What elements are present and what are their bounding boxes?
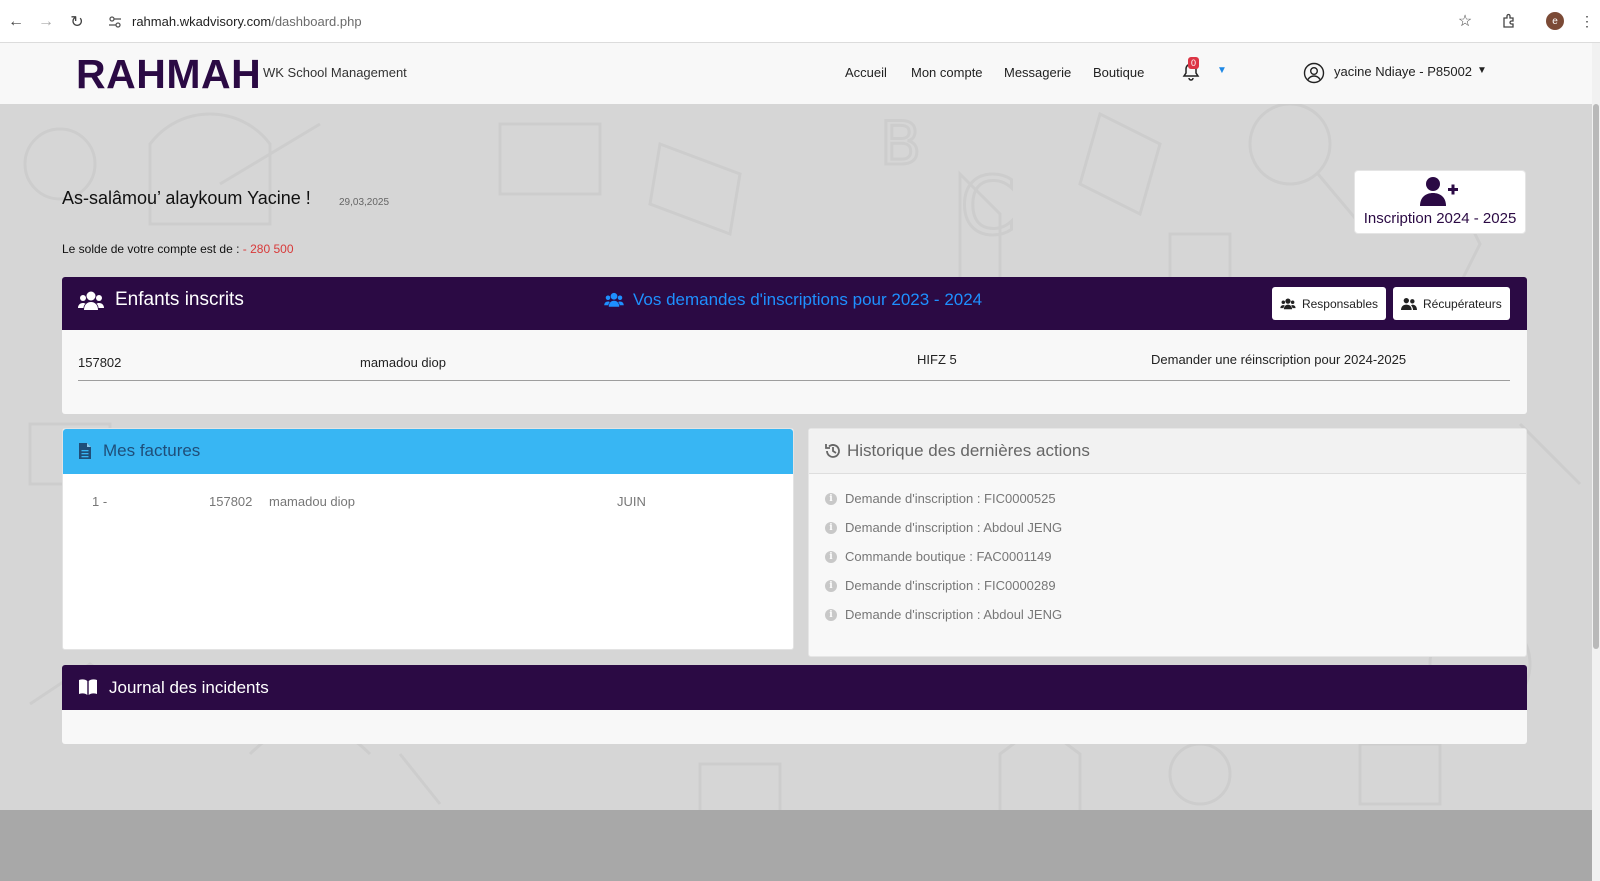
enfants-panel-header: Enfants inscrits Vos demandes d'inscript…	[62, 277, 1527, 330]
inscription-label: Inscription 2024 - 2025	[1363, 210, 1517, 227]
user-circle-icon[interactable]	[1303, 62, 1325, 84]
info-icon: i	[825, 550, 837, 563]
site-info-icon[interactable]	[108, 15, 122, 29]
nav-boutique[interactable]: Boutique	[1093, 65, 1144, 80]
reload-icon[interactable]: ↻	[66, 11, 88, 33]
users-group-icon	[78, 291, 104, 310]
back-icon[interactable]: ←	[5, 11, 27, 33]
history-item[interactable]: i Demande d'inscription : Abdoul JENG	[825, 607, 1062, 622]
responsables-label: Responsables	[1301, 296, 1378, 311]
file-invoice-icon	[79, 443, 91, 459]
recuperateurs-label: Récupérateurs	[1423, 296, 1502, 311]
page-scrollbar-thumb[interactable]	[1593, 104, 1599, 649]
profile-initial: e	[1546, 12, 1564, 30]
historique-panel-header: Historique des dernières actions	[809, 429, 1526, 474]
history-item[interactable]: i Demande d'inscription : FIC0000525	[825, 491, 1056, 506]
bookmark-star-icon[interactable]: ☆	[1454, 10, 1476, 32]
reinscription-link[interactable]: Demander une réinscription pour 2024-202…	[1151, 352, 1406, 367]
demandes-link-label: Vos demandes d'inscriptions pour 2023 - …	[633, 290, 983, 309]
history-item-label: Demande d'inscription : Abdoul JENG	[845, 607, 1063, 622]
recuperateurs-button[interactable]: Récupérateurs	[1393, 287, 1510, 320]
account-balance: Le solde de votre compte est de : - 280 …	[62, 242, 294, 256]
profile-avatar[interactable]: e	[1544, 10, 1566, 32]
history-item-label: Demande d'inscription : FIC0000289	[845, 578, 1056, 593]
history-item-label: Demande d'inscription : FIC0000525	[845, 491, 1056, 506]
brand-subtitle: WK School Management	[263, 65, 407, 80]
info-icon: i	[825, 521, 837, 534]
greeting-date: 29,03,2025	[339, 197, 390, 208]
notification-dropdown-caret-icon[interactable]: ▼	[1217, 65, 1227, 76]
child-level: HIFZ 5	[917, 352, 957, 367]
notification-badge: 0	[1188, 57, 1200, 69]
svg-text:B: B	[880, 109, 921, 179]
users-group-icon	[1280, 297, 1296, 309]
table-row: 157802 mamadou diop HIFZ 5 Demander une …	[78, 341, 1510, 381]
demandes-inscriptions-link[interactable]: Vos demandes d'inscriptions pour 2023 - …	[603, 290, 982, 310]
user-menu[interactable]: yacine Ndiaye - P85002	[1334, 64, 1472, 79]
browser-menu-icon[interactable]: ⋮	[1576, 10, 1598, 32]
url-path: /dashboard.php	[271, 14, 362, 29]
history-item[interactable]: i Demande d'inscription : Abdoul JENG	[825, 520, 1062, 535]
balance-label: Le solde de votre compte est de :	[62, 242, 243, 256]
site-header: RAHMAH WK School Management Accueil Mon …	[0, 43, 1592, 104]
browser-toolbar: ← → ↻ rahmah.wkadvisory.com/dashboard.ph…	[0, 0, 1600, 43]
invoice-student-name: mamadou diop	[269, 494, 355, 509]
user-plus-icon	[1420, 177, 1458, 206]
address-bar[interactable]: rahmah.wkadvisory.com/dashboard.php	[98, 6, 1488, 37]
balance-value: - 280 500	[242, 242, 294, 256]
url-host: rahmah.wkadvisory.com	[132, 14, 272, 29]
user-dropdown-caret-icon[interactable]: ▼	[1477, 65, 1487, 76]
nav-messagerie[interactable]: Messagerie	[1004, 65, 1071, 80]
footer-band	[0, 810, 1592, 881]
extensions-icon[interactable]	[1498, 10, 1520, 32]
forward-icon[interactable]: →	[35, 11, 57, 33]
book-open-icon	[79, 679, 97, 695]
greeting-text: As-salâmou’ alaykoum Yacine !	[62, 188, 311, 208]
journal-panel-header: Journal des incidents	[62, 665, 1527, 710]
nav-accueil[interactable]: Accueil	[845, 65, 887, 80]
users-group-icon	[604, 292, 624, 307]
child-id: 157802	[78, 355, 122, 370]
brand-logo[interactable]: RAHMAH	[76, 51, 261, 98]
historique-panel-title: Historique des dernières actions	[847, 441, 1090, 460]
nav-mon-compte[interactable]: Mon compte	[911, 65, 983, 80]
enfants-panel-title: Enfants inscrits	[115, 289, 244, 310]
info-icon: i	[825, 492, 837, 505]
history-item-label: Demande d'inscription : Abdoul JENG	[845, 520, 1063, 535]
info-icon: i	[825, 608, 837, 621]
historique-panel: Historique des dernières actions i Deman…	[808, 428, 1527, 657]
svg-text:C: C	[960, 160, 1016, 253]
invoice-month[interactable]: JUIN	[617, 494, 646, 509]
journal-incidents-panel: Journal des incidents	[62, 665, 1527, 744]
history-item[interactable]: i Demande d'inscription : FIC0000289	[825, 578, 1056, 593]
child-name: mamadou diop	[360, 355, 446, 370]
invoice-student-id: 157802	[209, 494, 253, 509]
info-icon: i	[825, 579, 837, 592]
history-icon	[825, 444, 840, 458]
factures-panel-header: Mes factures	[63, 429, 793, 474]
inscription-2024-2025-button[interactable]: Inscription 2024 - 2025	[1354, 170, 1526, 234]
responsables-button[interactable]: Responsables	[1272, 287, 1386, 320]
history-item-label: Commande boutique : FAC0001149	[845, 549, 1052, 564]
journal-panel-title: Journal des incidents	[109, 678, 269, 697]
enfants-inscrits-panel: Enfants inscrits Vos demandes d'inscript…	[62, 277, 1527, 414]
factures-panel-title: Mes factures	[103, 441, 201, 460]
history-item[interactable]: i Commande boutique : FAC0001149	[825, 549, 1051, 564]
mes-factures-panel: Mes factures 1 - 157802 mamadou diop JUI…	[62, 428, 794, 650]
invoice-index: 1 -	[92, 494, 108, 509]
user-friends-icon	[1401, 297, 1417, 310]
